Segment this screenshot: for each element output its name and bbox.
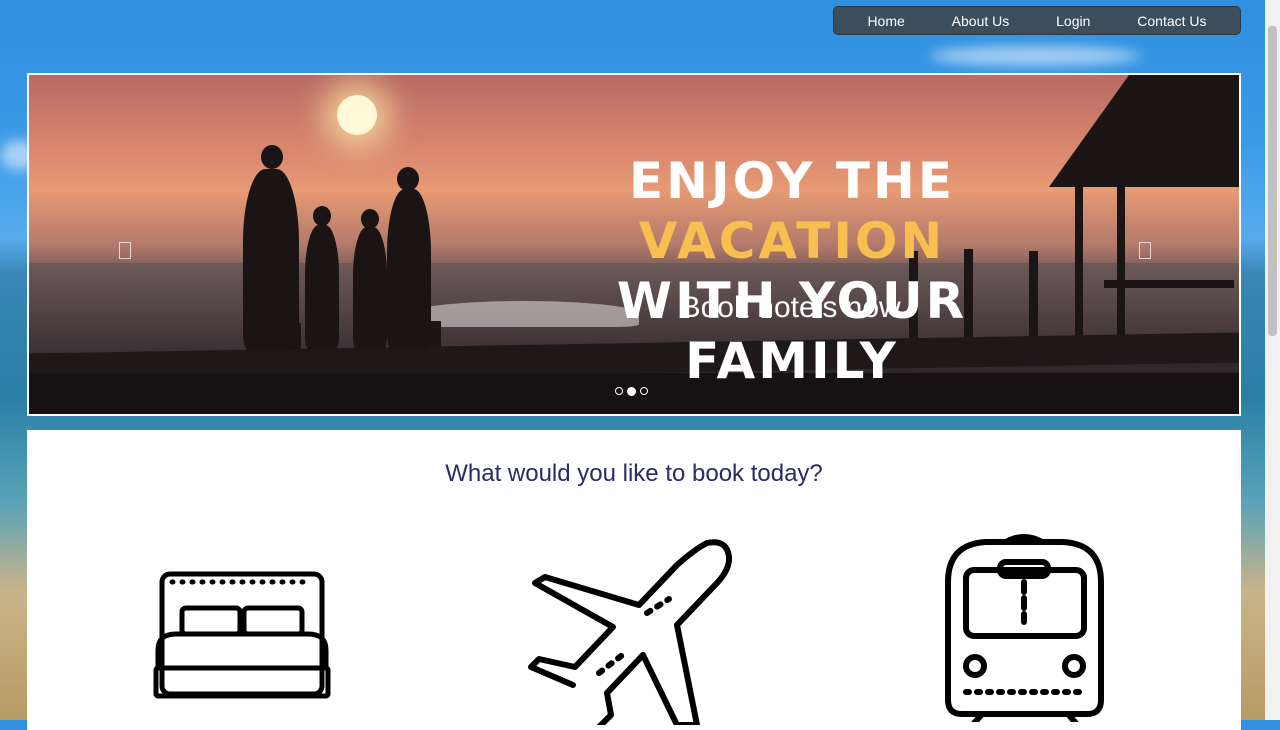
- family-silhouette-head: [313, 206, 331, 226]
- family-silhouette: [353, 227, 387, 349]
- hut-post: [1117, 183, 1125, 353]
- nav-contact-link[interactable]: Contact Us: [1131, 13, 1212, 29]
- carousel-dot-3[interactable]: [640, 387, 648, 395]
- book-flight-option[interactable]: [527, 535, 742, 730]
- carousel-dot-2[interactable]: [627, 387, 636, 396]
- hut-post: [1075, 183, 1083, 353]
- hut-graphic: [1049, 75, 1239, 187]
- family-silhouette-head: [361, 209, 379, 229]
- pier-rail: [1104, 280, 1234, 288]
- book-train-option[interactable]: [942, 532, 1107, 730]
- carousel-dot-1[interactable]: [615, 387, 623, 395]
- carousel-indicators: [615, 387, 648, 396]
- main-nav: Home About Us Login Contact Us: [833, 6, 1241, 35]
- family-silhouette: [243, 169, 299, 351]
- train-icon: [945, 534, 1104, 730]
- carousel-next-button[interactable]: [1139, 242, 1151, 259]
- family-silhouette: [387, 189, 431, 349]
- background-cloud: [930, 46, 1140, 66]
- family-silhouette-head: [397, 167, 419, 191]
- book-hotel-option[interactable]: [152, 568, 332, 703]
- hero-subtitle: Book hotels now.: [680, 291, 908, 324]
- bed-icon: [153, 571, 331, 699]
- carousel-prev-button[interactable]: [119, 242, 131, 259]
- airplane-icon: [528, 539, 733, 730]
- page-scrollbar[interactable]: [1265, 0, 1280, 720]
- family-silhouette-head: [261, 145, 283, 169]
- family-silhouette: [305, 225, 339, 349]
- nav-home-link[interactable]: Home: [861, 13, 910, 29]
- headline-line2: WITH YOUR FAMILY: [616, 272, 968, 390]
- headline-line1-accent: VACATION: [638, 212, 946, 270]
- sun-graphic: [337, 95, 377, 135]
- hero-carousel: ENJOY THE VACATION WITH YOUR FAMILY Book…: [27, 73, 1241, 416]
- hero-headline: ENJOY THE VACATION WITH YOUR FAMILY: [512, 151, 1072, 391]
- booking-panel: What would you like to book today?: [27, 430, 1241, 730]
- headline-line1-prefix: ENJOY THE: [628, 152, 956, 210]
- nav-login-link[interactable]: Login: [1050, 13, 1096, 29]
- nav-about-link[interactable]: About Us: [946, 13, 1016, 29]
- scrollbar-thumb[interactable]: [1268, 26, 1277, 336]
- booking-title: What would you like to book today?: [445, 460, 823, 487]
